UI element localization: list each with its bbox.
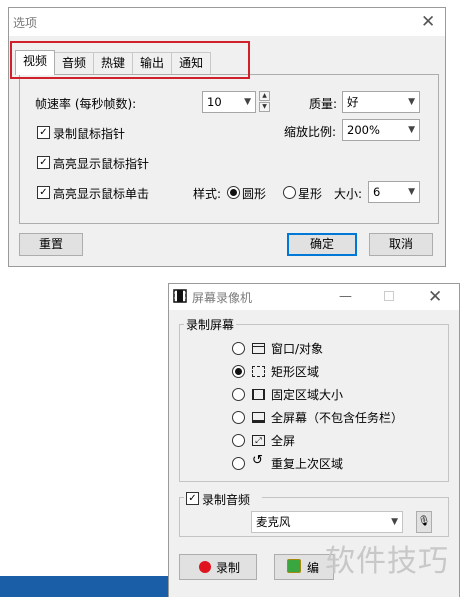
frame-rate-input[interactable]: 10 ▼	[202, 91, 256, 113]
options-dialog: 选项 ✕ 视频 音频 热键 输出 通知 帧速率 (每秒帧数): 10 ▼ ▲ ▼…	[8, 7, 446, 267]
highlight-click-label: 高亮显示鼠标单击	[53, 187, 150, 201]
fixed-area-icon	[252, 389, 265, 400]
fullscreen-no-taskbar-icon	[252, 412, 265, 423]
quality-select[interactable]: 好 ▼	[342, 91, 420, 113]
fullscreen-radio[interactable]	[232, 434, 245, 447]
record-audio-label: 录制音频	[202, 493, 251, 507]
highlight-click-checkbox[interactable]: ✓	[37, 186, 50, 199]
tab-notify[interactable]: 通知	[171, 52, 212, 74]
size-select[interactable]: 6 ▼	[368, 181, 420, 203]
minimize-icon[interactable]: —	[339, 289, 352, 304]
chevron-down-icon: ▼	[244, 97, 251, 107]
style-label: 样式:	[193, 187, 222, 201]
size-value: 6	[373, 185, 381, 199]
close-icon[interactable]: ✕	[428, 289, 442, 306]
fixed-area-radio[interactable]	[232, 388, 245, 401]
ok-button[interactable]: 确定	[287, 233, 357, 256]
style-circle-radio[interactable]	[227, 186, 240, 199]
style-star-label: 星形	[298, 187, 323, 201]
repeat-last-radio[interactable]	[232, 457, 245, 470]
record-pointer-label: 录制鼠标指针	[53, 127, 126, 141]
record-dot-icon	[199, 561, 211, 573]
highlight-pointer-label: 高亮显示鼠标指针	[53, 157, 150, 171]
repeat-last-label: 重复上次区域	[271, 457, 344, 471]
quality-value: 好	[347, 95, 359, 109]
cancel-button[interactable]: 取消	[369, 233, 433, 256]
edit-icon	[287, 559, 301, 573]
fullscreen-no-taskbar-radio[interactable]	[232, 411, 245, 424]
chevron-down-icon: ▼	[408, 125, 415, 135]
maximize-icon[interactable]	[384, 291, 394, 301]
tab-video[interactable]: 视频	[15, 50, 56, 75]
watermark-text: 软件技巧	[325, 544, 449, 579]
frame-rate-label: 帧速率 (每秒帧数):	[35, 97, 137, 111]
options-titlebar: 选项 ✕	[9, 8, 445, 36]
highlight-pointer-checkbox[interactable]: ✓	[37, 156, 50, 169]
microphone-icon: 🎙	[417, 516, 431, 527]
close-icon[interactable]: ✕	[421, 14, 435, 31]
options-tabstrip: 视频 音频 热键 输出 通知	[15, 50, 212, 75]
scale-select[interactable]: 200% ▼	[342, 119, 420, 141]
film-icon	[173, 289, 187, 303]
chevron-down-icon: ▼	[391, 517, 398, 527]
chevron-down-icon: ▼	[408, 97, 415, 107]
options-title: 选项	[13, 16, 38, 30]
tab-output[interactable]: 输出	[132, 52, 173, 74]
record-audio-legend: ✓ 录制音频	[184, 490, 262, 507]
chevron-down-icon: ▼	[408, 187, 415, 197]
rect-region-label: 矩形区域	[271, 365, 320, 379]
dashed-rect-icon	[252, 366, 265, 377]
tab-audio[interactable]: 音频	[54, 52, 95, 74]
frame-rate-value: 10	[207, 95, 222, 109]
audio-settings-button[interactable]: 🎙	[416, 511, 432, 533]
fullscreen-no-taskbar-label: 全屏幕（不包含任务栏）	[271, 411, 404, 425]
repeat-icon: ↺	[252, 453, 263, 468]
record-screen-legend: 录制屏幕	[184, 316, 237, 333]
fullscreen-icon: ⤢	[252, 435, 265, 446]
fixed-area-label: 固定区域大小	[271, 388, 344, 402]
window-object-label: 窗口/对象	[271, 342, 324, 356]
spin-up-button[interactable]: ▲	[259, 91, 270, 101]
window-icon	[252, 343, 265, 354]
quality-label: 质量:	[309, 97, 338, 111]
fullscreen-label: 全屏	[271, 434, 296, 448]
rect-region-radio[interactable]	[232, 365, 245, 378]
recorder-titlebar: 屏幕录像机 — ✕	[169, 284, 459, 310]
spin-down-button[interactable]: ▼	[259, 102, 270, 112]
record-button[interactable]: 录制	[179, 554, 257, 580]
record-pointer-checkbox[interactable]: ✓	[37, 126, 50, 139]
style-circle-label: 圆形	[242, 187, 267, 201]
record-button-label: 录制	[216, 561, 241, 575]
scale-value: 200%	[347, 123, 380, 137]
window-object-radio[interactable]	[232, 342, 245, 355]
scale-label: 缩放比例:	[284, 125, 337, 139]
audio-source-value: 麦克风	[256, 515, 291, 529]
audio-source-select[interactable]: 麦克风 ▼	[251, 511, 403, 533]
style-star-radio[interactable]	[283, 186, 296, 199]
reset-button[interactable]: 重置	[19, 233, 83, 256]
edit-button-label: 编	[307, 561, 320, 575]
record-audio-checkbox[interactable]: ✓	[186, 492, 199, 505]
recorder-title: 屏幕录像机	[192, 291, 253, 305]
video-tab-panel: 帧速率 (每秒帧数): 10 ▼ ▲ ▼ 质量: 好 ▼ ✓ 录制鼠标指针 缩放…	[19, 74, 439, 224]
tab-hotkeys[interactable]: 热键	[93, 52, 134, 74]
size-label: 大小:	[334, 187, 363, 201]
